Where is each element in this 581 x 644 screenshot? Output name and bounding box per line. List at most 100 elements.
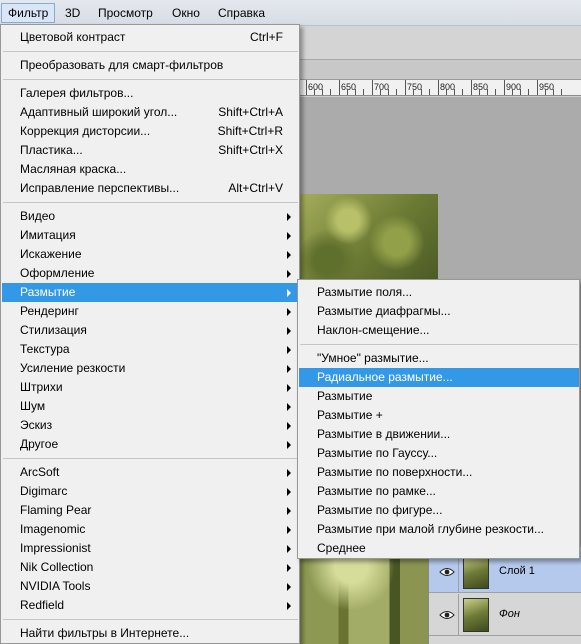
- filter-menu-item-label: Пластика...: [20, 143, 83, 157]
- submenu-arrow-icon: [287, 270, 291, 278]
- filter-menu-item[interactable]: Рендеринг: [2, 302, 299, 321]
- blur-submenu-item-label: Размытие по фигуре...: [317, 503, 443, 517]
- ruler-tick: [528, 89, 529, 95]
- filter-menu-item[interactable]: Цветовой контраст Ctrl+F: [2, 28, 299, 47]
- filter-menu-item-label: Оформление: [20, 266, 95, 280]
- shortcut-label: Shift+Ctrl+A: [218, 105, 283, 119]
- filter-menu-item[interactable]: Imagenomic: [2, 520, 299, 539]
- ruler-tick: [545, 89, 546, 95]
- filter-menu-item-label: Адаптивный широкий угол...: [20, 105, 178, 119]
- filter-menu-item[interactable]: Impressionist: [2, 539, 299, 558]
- filter-menu-item[interactable]: Digimarc: [2, 482, 299, 501]
- submenu-arrow-icon: [287, 488, 291, 496]
- blur-submenu-item[interactable]: Размытие по рамке...: [299, 482, 579, 501]
- blur-submenu-item-label: Размытие в движении...: [317, 427, 451, 441]
- filter-menu-item[interactable]: Масляная краска...: [2, 160, 299, 179]
- ruler-tick: [396, 89, 397, 95]
- filter-menu-item[interactable]: Оформление: [2, 264, 299, 283]
- blur-submenu-item[interactable]: "Умное" размытие...: [299, 349, 579, 368]
- filter-menu-item[interactable]: Усиление резкости: [2, 359, 299, 378]
- layer-name[interactable]: Фон: [499, 608, 520, 620]
- submenu-arrow-icon: [287, 213, 291, 221]
- filter-menu: Цветовой контраст Ctrl+F Преобразовать для…: [0, 24, 300, 644]
- submenu-arrow-icon: [287, 507, 291, 515]
- filter-menu-item[interactable]: Пластика... Shift+Ctrl+X: [2, 141, 299, 160]
- menu-separator: [3, 202, 298, 203]
- layer-row-background[interactable]: Фон: [429, 594, 581, 636]
- filter-menu-item[interactable]: Галерея фильтров...: [2, 84, 299, 103]
- filter-menu-item[interactable]: NVIDIA Tools: [2, 577, 299, 596]
- filter-menu-item-label: Коррекция дисторсии...: [20, 124, 151, 138]
- blur-submenu-item-label: "Умное" размытие...: [317, 351, 429, 365]
- ruler-tick: [306, 80, 307, 95]
- menu-help[interactable]: Справка: [212, 3, 271, 23]
- filter-menu-item[interactable]: ArcSoft: [2, 463, 299, 482]
- filter-menu-item-label: Стилизация: [20, 323, 87, 337]
- menu-3d[interactable]: 3D: [59, 3, 86, 23]
- filter-menu-item[interactable]: Nik Collection: [2, 558, 299, 577]
- layer-thumbnail: [463, 598, 489, 632]
- filter-menu-item-label: NVIDIA Tools: [20, 579, 91, 593]
- filter-menu-item-label: Имитация: [20, 228, 76, 242]
- ruler-tick: [388, 89, 389, 95]
- menu-view[interactable]: Просмотр: [92, 3, 159, 23]
- canvas-image[interactable]: [300, 194, 438, 282]
- blur-submenu-item[interactable]: Размытие по Гауссу...: [299, 444, 579, 463]
- blur-submenu-item[interactable]: Размытие при малой глубине резкости...: [299, 520, 579, 539]
- submenu-arrow-icon: [287, 232, 291, 240]
- filter-menu-item[interactable]: Преобразовать для смарт-фильтров: [2, 56, 299, 75]
- blur-submenu-item[interactable]: Радиальное размытие...: [299, 368, 579, 387]
- blur-submenu-item-label: Размытие при малой глубине резкости...: [317, 522, 545, 536]
- filter-menu-item-label: ArcSoft: [20, 465, 60, 479]
- menu-bar: Фильтр 3D Просмотр Окно Справка: [0, 0, 581, 26]
- filter-menu-item[interactable]: Текстура: [2, 340, 299, 359]
- ruler-label: 800: [440, 82, 456, 92]
- blur-submenu-item-label: Размытие: [317, 389, 373, 403]
- blur-submenu-item[interactable]: Наклон-смещение...: [299, 321, 579, 340]
- blur-submenu-item-label: Размытие по поверхности...: [317, 465, 473, 479]
- filter-menu-item-label: Цветовой контраст: [20, 30, 126, 44]
- filter-menu-item[interactable]: Найти фильтры в Интернете...: [2, 624, 299, 643]
- submenu-arrow-icon: [287, 545, 291, 553]
- filter-menu-item[interactable]: Шум: [2, 397, 299, 416]
- filter-menu-item[interactable]: Адаптивный широкий угол... Shift+Ctrl+A: [2, 103, 299, 122]
- menu-filter[interactable]: Фильтр: [1, 3, 56, 23]
- submenu-arrow-icon: [287, 422, 291, 430]
- filter-menu-item[interactable]: Эскиз: [2, 416, 299, 435]
- blur-submenu-item[interactable]: Размытие диафрагмы...: [299, 302, 579, 321]
- blur-submenu-item[interactable]: Размытие по поверхности...: [299, 463, 579, 482]
- blur-submenu-item-label: Наклон-смещение...: [317, 323, 430, 337]
- document-tab-bar[interactable]: [300, 60, 581, 80]
- layer-name[interactable]: Слой 1: [499, 565, 535, 577]
- blur-submenu-item[interactable]: Размытие по фигуре...: [299, 501, 579, 520]
- blur-submenu-item-label: Размытие +: [317, 408, 383, 422]
- filter-menu-item[interactable]: Redfield: [2, 596, 299, 615]
- menu-window[interactable]: Окно: [166, 3, 206, 23]
- ruler-tick: [380, 89, 381, 95]
- filter-menu-item[interactable]: Flaming Pear: [2, 501, 299, 520]
- filter-menu-item[interactable]: Стилизация: [2, 321, 299, 340]
- blur-submenu-item[interactable]: Размытие в движении...: [299, 425, 579, 444]
- filter-menu-item-label: Размытие: [20, 285, 76, 299]
- filter-menu-item[interactable]: Видео: [2, 207, 299, 226]
- ruler-label: 950: [539, 82, 555, 92]
- filter-menu-item[interactable]: Штрихи: [2, 378, 299, 397]
- submenu-arrow-icon: [287, 384, 291, 392]
- filter-menu-item[interactable]: Имитация: [2, 226, 299, 245]
- filter-menu-item[interactable]: Коррекция дисторсии... Shift+Ctrl+R: [2, 122, 299, 141]
- ruler-tick: [363, 89, 364, 95]
- submenu-arrow-icon: [287, 469, 291, 477]
- ruler-tick: [561, 89, 562, 95]
- filter-menu-item[interactable]: Искажение: [2, 245, 299, 264]
- blur-submenu-item[interactable]: Размытие: [299, 387, 579, 406]
- canvas-image-lower[interactable]: [300, 547, 428, 644]
- filter-menu-item[interactable]: Исправление перспективы... Alt+Ctrl+V: [2, 179, 299, 198]
- blur-submenu-item[interactable]: Размытие +: [299, 406, 579, 425]
- blur-submenu-item[interactable]: Размытие поля...: [299, 283, 579, 302]
- eye-icon[interactable]: [435, 594, 459, 636]
- filter-menu-item[interactable]: Другое: [2, 435, 299, 454]
- filter-menu-item[interactable]: Размытие: [2, 283, 299, 302]
- blur-submenu-item[interactable]: Среднее: [299, 539, 579, 558]
- filter-menu-item-label: Nik Collection: [20, 560, 94, 574]
- ruler-label: 700: [374, 82, 390, 92]
